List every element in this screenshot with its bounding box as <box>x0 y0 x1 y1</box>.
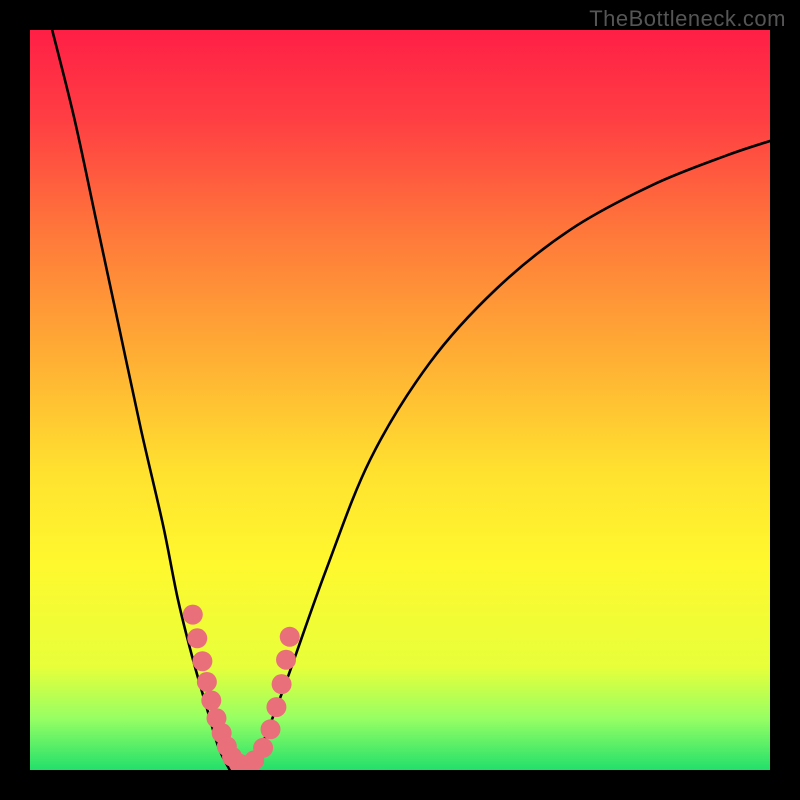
curve-layer <box>30 30 770 770</box>
marker-dot <box>266 697 286 717</box>
curve-right-arm <box>252 141 770 770</box>
marker-dot <box>201 690 221 710</box>
watermark-text: TheBottleneck.com <box>589 6 786 32</box>
chart-frame: TheBottleneck.com <box>0 0 800 800</box>
marker-dot <box>261 719 281 739</box>
marker-group <box>183 605 300 770</box>
marker-dot <box>192 651 212 671</box>
marker-dot <box>272 674 292 694</box>
marker-dot <box>183 605 203 625</box>
marker-dot <box>280 627 300 647</box>
plot-area <box>30 30 770 770</box>
marker-dot <box>276 650 296 670</box>
marker-dot <box>197 672 217 692</box>
marker-dot <box>253 738 273 758</box>
marker-dot <box>187 628 207 648</box>
